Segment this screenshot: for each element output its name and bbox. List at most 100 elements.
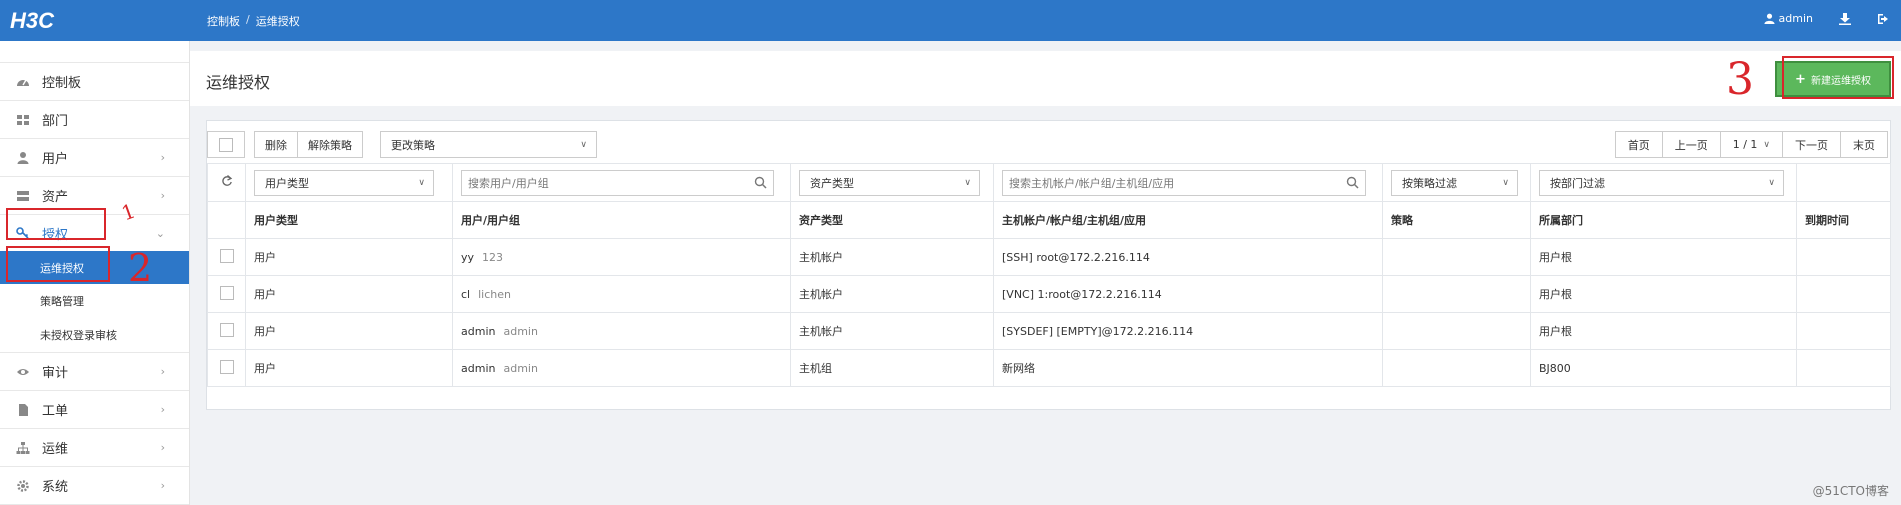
grid-icon xyxy=(17,114,29,125)
annotation-box-new-button xyxy=(1782,56,1894,99)
search-icon[interactable] xyxy=(754,176,767,189)
dept-filter-cell: 按部门过滤 ∨ xyxy=(1530,163,1797,202)
download-icon[interactable] xyxy=(1839,12,1851,25)
first-page-button[interactable]: 首页 xyxy=(1614,131,1663,158)
select-all-checkbox-button[interactable] xyxy=(207,131,245,158)
sidebar-item-audit[interactable]: 审计 › xyxy=(0,353,189,391)
sidebar-item-users[interactable]: 用户 › xyxy=(0,139,189,177)
account-search-input[interactable]: 搜索主机帐户/帐户组/主机组/应用 xyxy=(1002,169,1366,196)
account-cell[interactable]: [SSH] root@172.2.216.114 xyxy=(993,238,1383,276)
user-type-filter-label: 用户类型 xyxy=(265,176,309,190)
policy-filter[interactable]: 按策略过滤 ∨ xyxy=(1391,169,1518,196)
chevron-right-icon: › xyxy=(160,365,165,378)
user-type-filter[interactable]: 用户类型 ∨ xyxy=(254,169,434,196)
sidebar-item-label: 运维 xyxy=(42,442,69,457)
gear-icon xyxy=(17,479,29,492)
column-header: 用户/用户组 xyxy=(452,201,791,239)
row-checkbox[interactable] xyxy=(219,248,234,263)
file-icon xyxy=(19,403,28,416)
annotation-box-ops-authorization xyxy=(6,246,110,282)
sidebar-item-operations[interactable]: 运维 › xyxy=(0,429,189,467)
asset-type-cell: 主机帐户 xyxy=(790,275,994,313)
table-row[interactable]: 用户 admin admin 主机组 新网络 BJ800 xyxy=(207,349,1891,387)
main-content: 运维授权 + 新建运维授权 删除 解除策略 更改策略 ∨ 首页 上一页 1 / … xyxy=(190,41,1901,505)
sidebar-item-tickets[interactable]: 工单 › xyxy=(0,391,189,429)
refresh-icon[interactable] xyxy=(221,175,233,187)
filter-row: 用户类型 ∨ 搜索用户/用户组 资产类型 ∨ 搜索主机帐户/帐户组/主机组/应用… xyxy=(207,163,1891,202)
account-search-placeholder: 搜索主机帐户/帐户组/主机组/应用 xyxy=(1009,176,1175,190)
sidebar-item-dashboard[interactable]: 控制板 xyxy=(0,63,189,101)
column-header: 到期时间 xyxy=(1796,201,1891,239)
account-cell[interactable]: [VNC] 1:root@172.2.216.114 xyxy=(993,275,1383,313)
last-page-button[interactable]: 末页 xyxy=(1841,131,1888,158)
user-name[interactable]: admin xyxy=(461,362,495,375)
change-policy-select[interactable]: 更改策略 ∨ xyxy=(380,131,597,158)
asset-type-filter[interactable]: 资产类型 ∨ xyxy=(799,169,980,196)
search-icon[interactable] xyxy=(1346,176,1359,189)
sidebar-item-label: 资产 xyxy=(42,190,69,205)
department-cell: 用户根 xyxy=(1530,312,1797,350)
chevron-right-icon: › xyxy=(160,151,165,164)
user-name[interactable]: cl xyxy=(461,288,470,301)
row-checkbox[interactable] xyxy=(219,322,234,337)
breadcrumb: 控制板 / 运维授权 xyxy=(207,13,300,29)
sidebar-spacer xyxy=(0,41,189,63)
sidebar-item-department[interactable]: 部门 xyxy=(0,101,189,139)
account-cell[interactable]: 新网络 xyxy=(993,349,1383,387)
sidebar-item-label: 部门 xyxy=(42,114,69,129)
user-type-filter-cell: 用户类型 ∨ xyxy=(245,163,453,202)
user-icon xyxy=(17,151,29,164)
prev-page-button[interactable]: 上一页 xyxy=(1662,131,1721,158)
expire-cell xyxy=(1796,349,1891,387)
table-row[interactable]: 用户 yy 123 主机帐户 [SSH] root@172.2.216.114 用… xyxy=(207,238,1891,276)
table-row[interactable]: 用户 cl lichen 主机帐户 [VNC] 1:root@172.2.216.… xyxy=(207,275,1891,313)
sidebar-subitem-policy[interactable]: 策略管理 xyxy=(0,284,189,318)
sidebar-subitem-unauthorized-login[interactable]: 未授权登录审核 xyxy=(0,318,189,352)
user-type-cell: 用户 xyxy=(245,238,453,276)
expire-cell xyxy=(1796,312,1891,350)
user-name[interactable]: yy xyxy=(461,251,474,264)
user-search-input[interactable]: 搜索用户/用户组 xyxy=(461,169,774,196)
header-checkbox-cell xyxy=(207,201,246,239)
chevron-down-icon: ∨ xyxy=(964,177,971,188)
chevron-down-icon: ∨ xyxy=(580,140,587,150)
user-name[interactable]: admin xyxy=(461,325,495,338)
pagination: 首页 上一页 1 / 1 ∨ 下一页 末页 xyxy=(1614,131,1888,158)
delete-button[interactable]: 删除 xyxy=(254,131,298,158)
table-row[interactable]: 用户 admin admin 主机帐户 [SYSDEF] [EMPTY]@172.… xyxy=(207,312,1891,350)
account-cell[interactable]: [SYSDEF] [EMPTY]@172.2.216.114 xyxy=(993,312,1383,350)
column-header: 主机帐户/帐户组/主机组/应用 xyxy=(993,201,1383,239)
user-type-cell: 用户 xyxy=(245,312,453,350)
user-cell: yy 123 xyxy=(452,238,791,276)
sidebar-item-system[interactable]: 系统 › xyxy=(0,467,189,505)
row-checkbox[interactable] xyxy=(219,285,234,300)
annotation-number-3: 3 xyxy=(1726,54,1754,105)
select-all-checkbox[interactable] xyxy=(219,137,233,152)
expire-filter-cell xyxy=(1796,163,1891,202)
watermark: @51CTO博客 xyxy=(1812,484,1889,498)
policy-cell xyxy=(1382,275,1531,313)
asset-type-filter-label: 资产类型 xyxy=(810,176,854,190)
chevron-down-icon: ⌄ xyxy=(155,227,165,240)
sidebar-item-label: 用户 xyxy=(42,152,69,167)
user-search-cell: 搜索用户/用户组 xyxy=(452,163,791,202)
username: admin xyxy=(1778,12,1813,25)
row-checkbox[interactable] xyxy=(219,359,234,374)
page-title: 运维授权 xyxy=(206,73,271,92)
page-select[interactable]: 1 / 1 ∨ xyxy=(1720,131,1783,158)
table-toolbar: 删除 解除策略 更改策略 ∨ 首页 上一页 1 / 1 ∨ 下一页 末页 xyxy=(207,129,1890,159)
next-page-button[interactable]: 下一页 xyxy=(1783,131,1841,158)
policy-filter-cell: 按策略过滤 ∨ xyxy=(1382,163,1531,202)
breadcrumb-dashboard[interactable]: 控制板 xyxy=(207,13,240,29)
department-filter-label: 按部门过滤 xyxy=(1550,176,1605,190)
user-menu[interactable]: admin xyxy=(1763,12,1813,25)
department-filter[interactable]: 按部门过滤 ∨ xyxy=(1539,169,1784,196)
table-header-row: 用户类型 用户/用户组 资产类型 主机帐户/帐户组/主机组/应用 策略 所属部门… xyxy=(207,201,1891,239)
user-icon xyxy=(1763,13,1775,24)
logout-icon[interactable] xyxy=(1877,13,1889,25)
user-type-cell: 用户 xyxy=(245,275,453,313)
h3c-logo[interactable]: H3C xyxy=(10,8,54,34)
change-policy-label: 更改策略 xyxy=(391,138,435,152)
chevron-right-icon: › xyxy=(160,441,165,454)
remove-policy-button[interactable]: 解除策略 xyxy=(298,131,363,158)
